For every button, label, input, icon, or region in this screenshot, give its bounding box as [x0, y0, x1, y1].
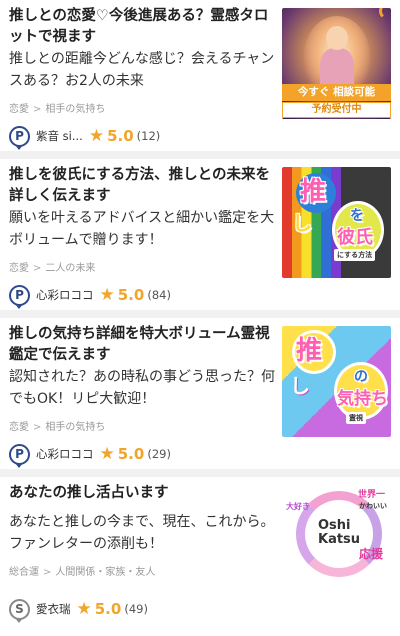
service-thumbnail[interactable]: 今すぐ 相談可能 予約受付中	[282, 8, 391, 119]
breadcrumb-separator: >	[33, 422, 42, 433]
breadcrumb-separator: >	[33, 104, 42, 115]
thumb-word: し	[292, 211, 312, 235]
category-parent-link[interactable]: 恋愛	[9, 422, 29, 433]
rank-p-icon: P	[9, 284, 30, 309]
thumb-word: 霊視	[346, 412, 366, 424]
rating-score: 5.0	[117, 286, 145, 304]
seller-info[interactable]: P 心彩ロココ ★ 5.0 (84)	[9, 283, 171, 309]
category-breadcrumb: 恋愛 > 二人の未来	[9, 259, 95, 274]
rating-score: 5.0	[107, 127, 134, 145]
service-description: 推しとの距離今どんな感じ？会えるチャンスある？お2人の未来	[9, 51, 275, 89]
service-description: あなたと推しの今まで、現在、これから。ファンレターの添削も！	[9, 514, 275, 552]
service-thumbnail[interactable]: 推 し を 彼氏 にする方法	[282, 167, 391, 278]
thumb-word: にする方法	[334, 249, 376, 261]
seller-name[interactable]: 紫音 si...	[36, 128, 83, 144]
star-icon: ★	[99, 443, 115, 464]
review-count: (29)	[147, 447, 171, 461]
thumb-word: 世界一	[357, 490, 385, 500]
service-card[interactable]: 推しとの恋愛♡今後進展ある？霊感タロットで視ます 推しとの距離今どんな感じ？会え…	[0, 0, 400, 159]
thumb-word: の	[354, 369, 368, 385]
rank-p-icon: P	[9, 125, 30, 150]
thumb-word: Oshi Katsu	[318, 518, 361, 547]
service-title[interactable]: あなたの推し活占います	[9, 483, 277, 504]
review-count: (84)	[147, 288, 171, 302]
seller-info[interactable]: P 心彩ロココ ★ 5.0 (29)	[9, 442, 171, 468]
category-child-link[interactable]: 相手の気持ち	[45, 104, 105, 115]
review-count: (49)	[124, 602, 148, 616]
reservation-badge: 予約受付中	[282, 102, 391, 118]
review-count: (12)	[136, 129, 161, 143]
category-parent-link[interactable]: 総合運	[9, 567, 39, 578]
service-card[interactable]: 推しの気持ち詳細を特大ボリューム霊視鑑定で伝えます 認知された？あの時私の事どう…	[0, 318, 400, 477]
seller-name[interactable]: 心彩ロココ	[36, 287, 94, 303]
breadcrumb-separator: >	[43, 567, 52, 578]
category-child-link[interactable]: 二人の未来	[45, 263, 95, 274]
star-icon: ★	[99, 284, 115, 305]
service-card[interactable]: 推しを彼氏にする方法、推しとの未来を詳しく伝えます 願いを叶えるアドバイスと細か…	[0, 159, 400, 318]
thumb-word: 応援	[358, 547, 383, 561]
available-now-banner: 今すぐ 相談可能	[282, 84, 391, 101]
breadcrumb-separator: >	[33, 263, 42, 274]
service-title[interactable]: 推しを彼氏にする方法、推しとの未来を詳しく伝えます	[9, 165, 277, 207]
category-breadcrumb: 総合運 > 人間関係・家族・友人	[9, 563, 155, 578]
service-list: 推しとの恋愛♡今後進展ある？霊感タロットで視ます 推しとの距離今どんな感じ？会え…	[0, 0, 400, 632]
service-description: 認知された？あの時私の事どう思った？何でもOK！リピ大歓迎！	[9, 369, 275, 407]
thumb-word: し	[290, 374, 310, 398]
star-icon: ★	[76, 598, 92, 619]
service-title[interactable]: 推しの気持ち詳細を特大ボリューム霊視鑑定で伝えます	[9, 324, 277, 366]
rank-p-icon: P	[9, 443, 30, 468]
service-thumbnail[interactable]: Oshi Katsu 世界一 かわいい 大好き 応援	[282, 483, 391, 594]
category-parent-link[interactable]: 恋愛	[9, 263, 29, 274]
thumb-word: 彼氏	[337, 227, 373, 248]
thumb-word: かわいい	[359, 502, 387, 510]
thumb-word: 気持ち	[337, 389, 388, 409]
service-description: 願いを叶えるアドバイスと細かい鑑定を大ボリュームで贈ります！	[9, 210, 275, 248]
corner-ribbon-icon	[379, 8, 391, 20]
category-parent-link[interactable]: 恋愛	[9, 104, 29, 115]
seller-info[interactable]: P 紫音 si... ★ 5.0 (12)	[9, 124, 161, 150]
category-child-link[interactable]: 相手の気持ち	[45, 422, 105, 433]
thumb-word: 推	[296, 336, 323, 366]
thumb-word: 大好き	[286, 502, 310, 511]
seller-name[interactable]: 愛衣瑞	[36, 601, 71, 617]
thumb-word: 推	[300, 177, 327, 207]
seller-info[interactable]: S 愛衣瑞 ★ 5.0 (49)	[9, 597, 148, 623]
seller-name[interactable]: 心彩ロココ	[36, 446, 94, 462]
star-icon: ★	[88, 125, 105, 146]
rating-score: 5.0	[94, 600, 122, 618]
category-breadcrumb: 恋愛 > 相手の気持ち	[9, 418, 105, 433]
rank-s-icon: S	[9, 598, 30, 623]
service-title[interactable]: 推しとの恋愛♡今後進展ある？霊感タロットで視ます	[9, 6, 277, 48]
category-child-link[interactable]: 人間関係・家族・友人	[55, 567, 155, 578]
category-breadcrumb: 恋愛 > 相手の気持ち	[9, 100, 105, 115]
rating-score: 5.0	[117, 445, 145, 463]
thumb-word: を	[350, 208, 364, 224]
service-thumbnail[interactable]: 推 し の 気持ち 霊視	[282, 326, 391, 437]
service-card[interactable]: あなたの推し活占います あなたと推しの今まで、現在、これから。ファンレターの添削…	[0, 477, 400, 632]
